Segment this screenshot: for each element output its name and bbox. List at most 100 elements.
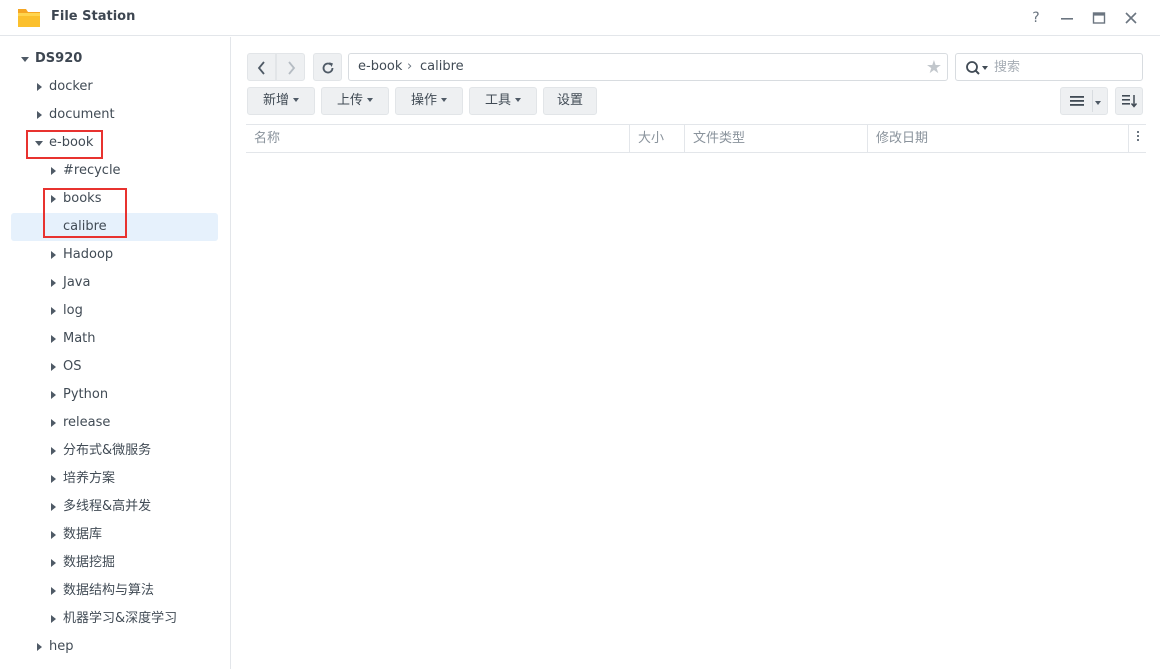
list-view-icon (1070, 96, 1084, 106)
chevron-left-icon (257, 61, 265, 75)
tree-item-label: release (63, 415, 111, 430)
action-button[interactable]: 操作 (395, 87, 463, 115)
tree-item-recycle[interactable]: #recycle (0, 158, 230, 184)
folder-app-icon (18, 9, 40, 27)
sort-icon (1122, 95, 1138, 108)
back-button[interactable] (247, 53, 276, 81)
chevron-right-icon[interactable] (51, 503, 56, 511)
column-file-type[interactable]: 文件类型 (685, 125, 867, 152)
chevron-right-icon[interactable] (51, 531, 56, 539)
column-divider[interactable] (1128, 125, 1129, 152)
annotation-box-e-book (26, 130, 103, 159)
tree-item-distributed[interactable]: 分布式&微服务 (0, 438, 230, 464)
tree-item-hep[interactable]: hep (0, 634, 230, 660)
new-button-label: 新增 (262, 93, 289, 108)
column-size[interactable]: 大小 (630, 125, 684, 152)
search-box[interactable] (955, 53, 1143, 81)
chevron-right-icon[interactable] (51, 559, 56, 567)
tree-item-label: document (49, 107, 115, 122)
forward-button[interactable] (276, 53, 305, 81)
tree-item-label: Math (63, 331, 96, 346)
chevron-right-icon[interactable] (51, 307, 56, 315)
tree-item-label: log (63, 303, 83, 318)
caret-down-icon (441, 97, 447, 102)
tree-item-label: docker (49, 79, 93, 94)
chevron-right-icon[interactable] (51, 587, 56, 595)
chevron-right-icon[interactable] (51, 335, 56, 343)
upload-button[interactable]: 上传 (321, 87, 389, 115)
close-icon (1125, 12, 1137, 24)
tree-item-label: Python (63, 387, 109, 402)
tree-item-concurrency[interactable]: 多线程&高并发 (0, 494, 230, 520)
chevron-down-icon[interactable] (21, 57, 29, 62)
chevron-right-icon[interactable] (51, 251, 56, 259)
minimize-icon (1061, 18, 1073, 20)
tree-item-log[interactable]: log (0, 298, 230, 324)
tree-item-python[interactable]: Python (0, 382, 230, 408)
search-input[interactable] (994, 58, 1134, 76)
button-divider (1092, 90, 1093, 112)
tree-item-label: OS (63, 359, 82, 374)
title-bar: File Station ? (0, 0, 1160, 36)
view-mode-button[interactable] (1060, 87, 1108, 115)
chevron-right-icon[interactable] (37, 111, 42, 119)
caret-down-icon[interactable] (1095, 101, 1101, 105)
column-name[interactable]: 名称 (246, 125, 629, 152)
upload-button-label: 上传 (336, 93, 363, 108)
tree-item-data-mining[interactable]: 数据挖掘 (0, 550, 230, 576)
tree-item-machine-learning[interactable]: 机器学习&深度学习 (0, 606, 230, 632)
tree-item-label: 数据结构与算法 (63, 583, 155, 598)
help-button[interactable]: ? (1026, 8, 1046, 28)
favorite-star-icon[interactable]: ★ (926, 57, 942, 78)
sort-button[interactable] (1115, 87, 1143, 115)
chevron-right-icon[interactable] (37, 83, 42, 91)
column-modified-date[interactable]: 修改日期 (868, 125, 1128, 152)
tree-root-label: DS920 (35, 51, 83, 66)
tree-item-release[interactable]: release (0, 410, 230, 436)
tree-item-label: 培养方案 (63, 471, 116, 486)
refresh-icon (322, 62, 333, 74)
tools-button[interactable]: 工具 (469, 87, 537, 115)
file-list-body[interactable] (246, 153, 1146, 663)
caret-down-icon (293, 97, 299, 102)
action-button-label: 操作 (410, 93, 437, 108)
maximize-button[interactable] (1089, 8, 1109, 28)
file-list-header: 名称 大小 文件类型 修改日期 (246, 124, 1146, 153)
tree-item-label: 数据库 (63, 527, 103, 542)
chevron-right-icon[interactable] (51, 475, 56, 483)
tree-item-os[interactable]: OS (0, 354, 230, 380)
minimize-button[interactable] (1057, 8, 1077, 28)
chevron-right-icon[interactable] (37, 643, 42, 651)
chevron-right-icon[interactable] (51, 363, 56, 371)
tree-item-label: 多线程&高并发 (63, 499, 152, 514)
tools-button-label: 工具 (484, 93, 511, 108)
caret-down-icon (515, 97, 521, 102)
search-icon[interactable] (965, 60, 991, 76)
chevron-right-icon[interactable] (51, 447, 56, 455)
path-bar[interactable]: e-book › calibre ★ (348, 53, 948, 81)
tree-item-docker[interactable]: docker (0, 74, 230, 100)
tree-item-algorithms[interactable]: 数据结构与算法 (0, 578, 230, 604)
close-button[interactable] (1121, 8, 1141, 28)
tree-item-database[interactable]: 数据库 (0, 522, 230, 548)
tree-item-java[interactable]: Java (0, 270, 230, 296)
chevron-right-icon[interactable] (51, 391, 56, 399)
tree-item-hadoop[interactable]: Hadoop (0, 242, 230, 268)
path-segment-calibre[interactable]: calibre (420, 59, 464, 74)
refresh-button[interactable] (313, 53, 342, 81)
column-options-icon[interactable] (1137, 131, 1140, 143)
chevron-right-icon[interactable] (51, 279, 56, 287)
tree-root-ds920[interactable]: DS920 (0, 46, 230, 72)
path-segment-e-book[interactable]: e-book (358, 59, 402, 74)
tree-item-document[interactable]: document (0, 102, 230, 128)
chevron-right-icon[interactable] (51, 615, 56, 623)
settings-button[interactable]: 设置 (543, 87, 597, 115)
chevron-right-icon[interactable] (51, 167, 56, 175)
tree-item-training-plan[interactable]: 培养方案 (0, 466, 230, 492)
chevron-right-icon[interactable] (51, 419, 56, 427)
new-button[interactable]: 新增 (247, 87, 315, 115)
maximize-icon (1092, 12, 1106, 24)
tree-item-math[interactable]: Math (0, 326, 230, 352)
annotation-box-books-calibre (43, 188, 127, 238)
window-title: File Station (51, 9, 136, 24)
